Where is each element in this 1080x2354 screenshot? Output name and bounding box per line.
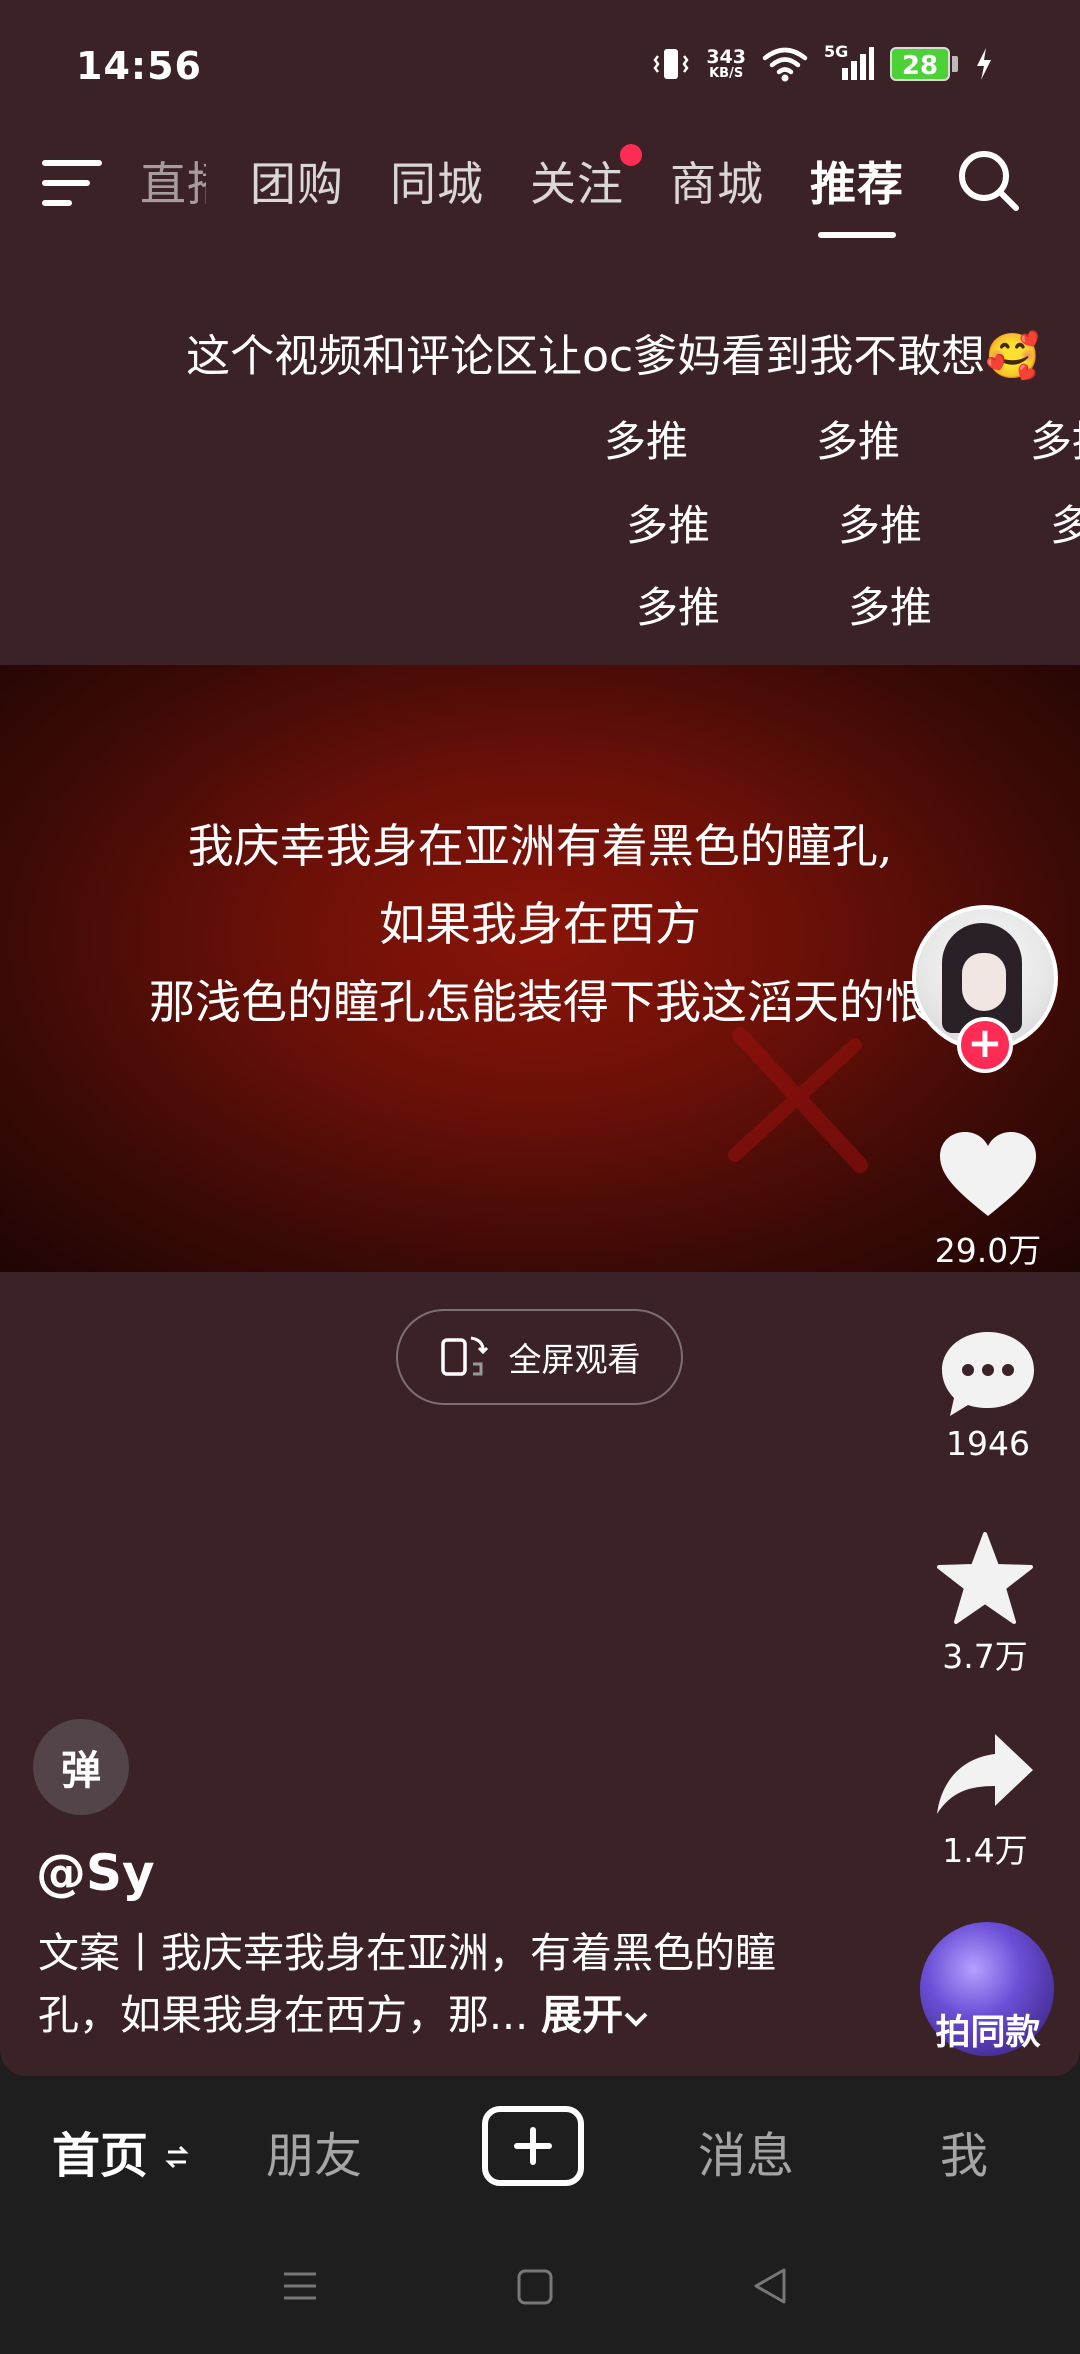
back-icon[interactable] xyxy=(750,2266,790,2306)
danmaku: 多推 xyxy=(816,417,901,466)
switch-icon xyxy=(165,2145,189,2169)
plus-icon xyxy=(514,2127,552,2165)
danmaku: 多推 xyxy=(848,583,933,632)
favorite-button[interactable]: 3.7万 xyxy=(910,1530,1060,1678)
author-avatar[interactable]: + xyxy=(912,905,1058,1073)
author-username[interactable]: @Sy xyxy=(36,1844,155,1902)
danmaku: 多推 xyxy=(604,417,689,466)
net-speed-value: 343 xyxy=(706,45,746,68)
bottom-nav: 首页 朋友 消息 我 xyxy=(0,2076,1080,2216)
app-screen: 14:56 343 KB/S 5G 28 直 团购 同城 关注 商城 推荐 这个… xyxy=(0,0,1080,2076)
system-nav-bar xyxy=(0,2216,1080,2354)
danmu-toggle-button[interactable]: 弹 xyxy=(33,1719,129,1815)
video-caption: 这个视频和评论区让oc爹妈看到我不敢想🥰 xyxy=(186,331,1040,382)
expand-label: 展开 xyxy=(541,1991,624,2039)
tab-group-buy[interactable]: 团购 xyxy=(250,148,344,214)
like-count: 29.0万 xyxy=(934,1231,1042,1270)
net-speed: 343 KB/S xyxy=(706,45,746,81)
video-line: 我庆幸我身在亚洲有着黑色的瞳孔, xyxy=(187,819,893,873)
share-icon xyxy=(937,1734,1033,1814)
nav-tabs: 直播 团购 同城 关注 商城 推荐 xyxy=(140,144,950,238)
share-count: 1.4万 xyxy=(942,1831,1028,1870)
battery-level: 28 xyxy=(890,47,950,81)
comment-icon xyxy=(942,1332,1034,1416)
rotate-screen-icon xyxy=(440,1336,488,1376)
video-description: 文案丨我庆幸我身在亚洲，有着黑色的瞳孔，如果我身在西方，那... 展开 xyxy=(38,1922,838,2046)
cross-mark-icon xyxy=(728,1027,868,1173)
expand-button[interactable]: 展开 xyxy=(541,1991,649,2039)
tab-live[interactable]: 直播 xyxy=(140,148,206,214)
tab-recommend[interactable]: 推荐 xyxy=(810,148,904,238)
danmaku: 多推 xyxy=(636,583,721,632)
nav-home-label: 首页 xyxy=(52,2128,149,2184)
menu-icon[interactable] xyxy=(42,152,108,212)
fullscreen-label: 全屏观看 xyxy=(508,1340,641,1379)
tab-following[interactable]: 关注 xyxy=(530,144,642,214)
danmaku: 多推 xyxy=(626,501,711,550)
search-icon[interactable] xyxy=(954,146,1024,216)
battery-indicator: 28 xyxy=(890,47,958,81)
description-text: 文案丨我庆幸我身在亚洲，有着黑色的瞳孔，如果我身在西方，那... xyxy=(38,1929,776,2039)
signal-icon: 5G xyxy=(824,42,874,82)
danmaku: 多推 xyxy=(1030,417,1080,466)
create-button[interactable] xyxy=(482,2106,584,2186)
nav-me[interactable]: 我 xyxy=(940,2116,988,2186)
tab-following-label: 关注 xyxy=(530,157,624,211)
network-type: 5G xyxy=(824,42,849,61)
danmu-toggle-label: 弹 xyxy=(61,1748,101,1794)
follow-button[interactable]: + xyxy=(957,1017,1013,1073)
vibrate-icon xyxy=(653,49,689,79)
charging-icon xyxy=(977,48,991,80)
top-nav: 直播 团购 同城 关注 商城 推荐 xyxy=(0,130,1080,240)
heart-icon xyxy=(940,1132,1036,1216)
tab-local[interactable]: 同城 xyxy=(390,148,484,214)
home-icon[interactable] xyxy=(516,2268,554,2306)
share-button[interactable]: 1.4万 xyxy=(910,1730,1060,1872)
danmaku: 多推 xyxy=(838,501,923,550)
tab-mall[interactable]: 商城 xyxy=(670,148,764,214)
comment-count: 1946 xyxy=(946,1424,1030,1463)
fullscreen-button[interactable]: 全屏观看 xyxy=(396,1309,683,1405)
status-bar: 14:56 343 KB/S 5G 28 xyxy=(0,0,1080,130)
same-style-button[interactable]: 拍同款 xyxy=(918,2004,1058,2055)
nav-friends[interactable]: 朋友 xyxy=(266,2116,362,2186)
like-button[interactable]: 29.0万 xyxy=(913,1130,1063,1272)
star-icon xyxy=(937,1532,1033,1624)
recent-apps-icon[interactable] xyxy=(280,2266,320,2306)
nav-home[interactable]: 首页 xyxy=(52,2116,189,2186)
status-time: 14:56 xyxy=(76,44,202,88)
favorite-count: 3.7万 xyxy=(942,1637,1028,1676)
notification-dot xyxy=(620,144,642,166)
wifi-icon xyxy=(762,47,808,82)
nav-messages[interactable]: 消息 xyxy=(698,2116,794,2186)
comment-button[interactable]: 1946 xyxy=(913,1328,1063,1463)
chevron-down-icon xyxy=(624,2012,648,2027)
status-icons: 343 KB/S 5G 28 xyxy=(652,42,994,82)
net-speed-unit: KB/S xyxy=(709,65,744,81)
danmaku: 多推 xyxy=(1050,501,1080,550)
